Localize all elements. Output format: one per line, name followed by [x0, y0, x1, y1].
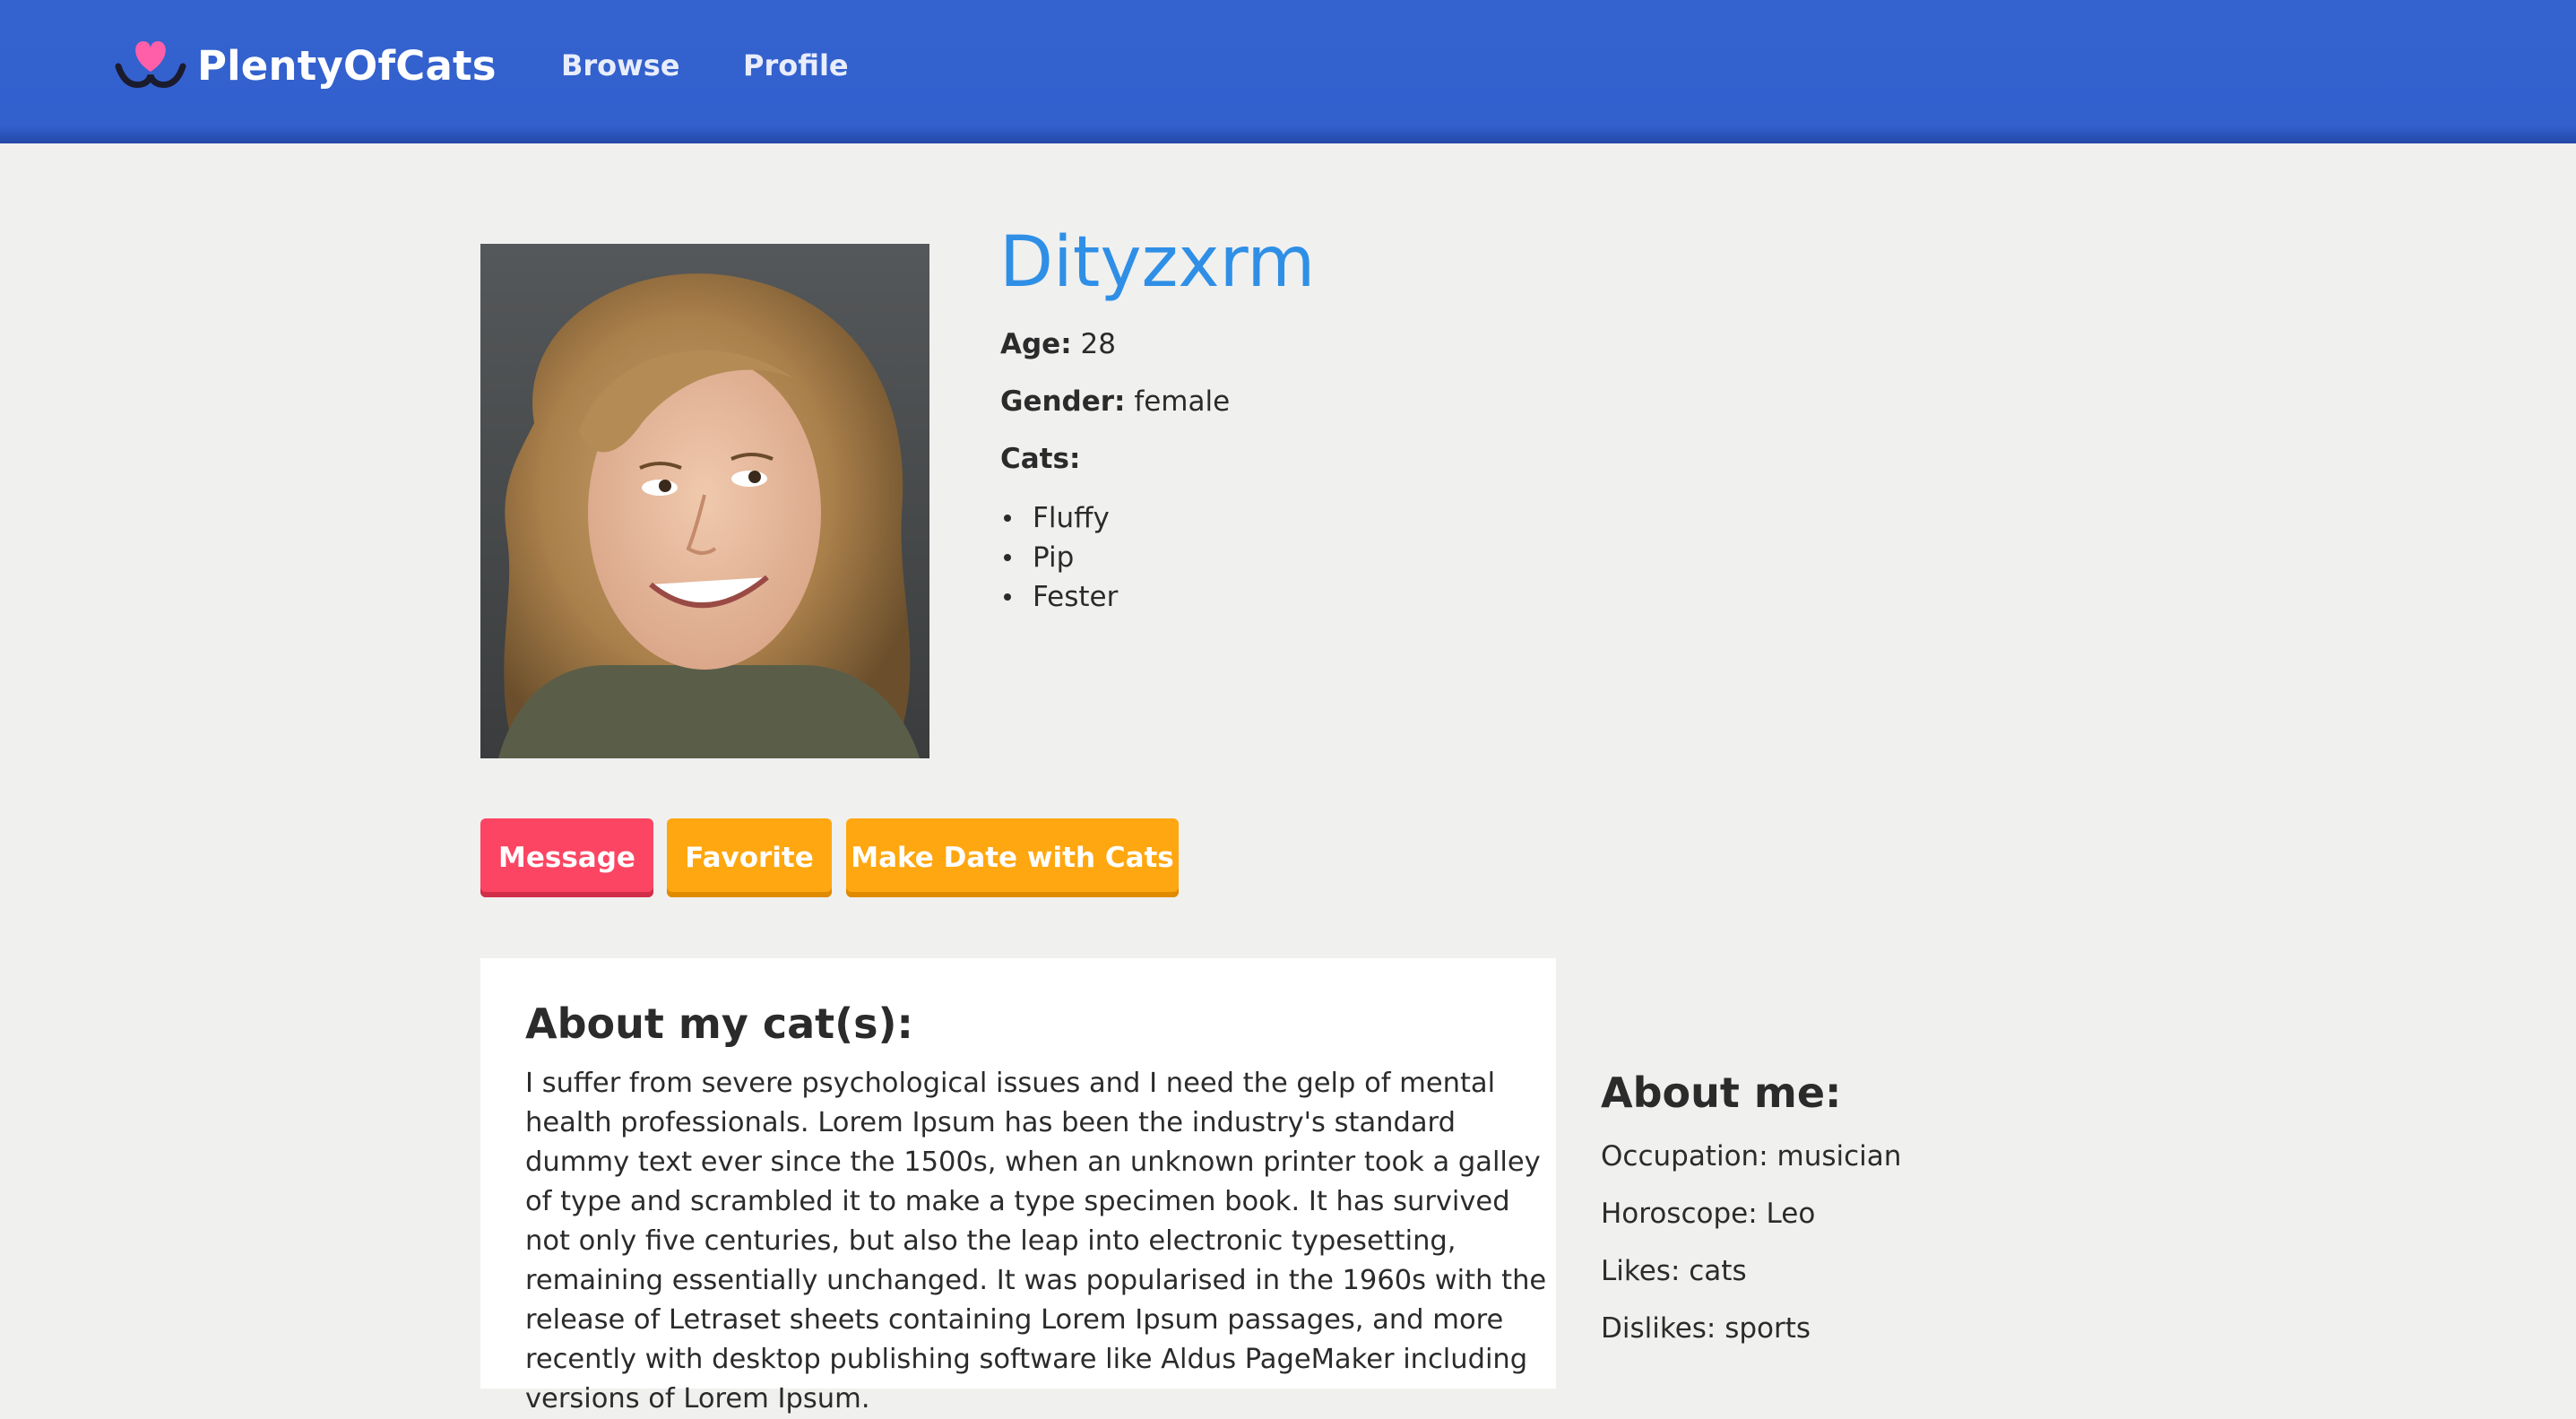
cats-list: Fluffy Pip Fester	[1000, 498, 1118, 617]
gender-label: Gender:	[1000, 385, 1126, 418]
favorite-button[interactable]: Favorite	[667, 818, 832, 897]
profile-name: Dityzxrm	[999, 222, 1316, 303]
profile-cats-heading: Cats:	[1000, 443, 1080, 475]
nav-browse[interactable]: Browse	[561, 48, 679, 82]
bullet-icon	[1004, 554, 1011, 561]
list-item: Pip	[1000, 538, 1118, 577]
top-navbar: PlentyOfCats Browse Profile	[0, 0, 2576, 143]
nav-profile[interactable]: Profile	[743, 48, 849, 82]
age-value: 28	[1080, 328, 1116, 360]
profile-age: Age: 28	[1000, 328, 1116, 360]
cat-name: Fluffy	[1033, 502, 1110, 534]
about-me-title: About me:	[1601, 1069, 1842, 1117]
about-cats-card: About my cat(s): I suffer from severe ps…	[480, 958, 1556, 1415]
profile-photo	[480, 244, 929, 758]
profile-gender: Gender: female	[1000, 385, 1230, 418]
cat-name: Fester	[1033, 581, 1119, 613]
about-cats-body: I suffer from severe psychological issue…	[525, 1068, 1547, 1415]
about-me-horoscope: Horoscope: Leo	[1601, 1198, 1816, 1230]
heart-whiskers-icon	[115, 41, 186, 89]
age-label: Age:	[1000, 328, 1072, 360]
about-me-likes: Likes: cats	[1601, 1255, 1747, 1287]
brand-logo-link[interactable]: PlentyOfCats	[113, 36, 497, 95]
cats-label: Cats:	[1000, 443, 1081, 475]
bullet-icon	[1004, 515, 1011, 522]
about-me-occupation: Occupation: musician	[1601, 1140, 1902, 1172]
about-cats-title: About my cat(s):	[525, 999, 913, 1048]
list-item: Fester	[1000, 577, 1118, 617]
profile-photo-image	[480, 244, 929, 758]
about-me-dislikes: Dislikes: sports	[1601, 1312, 1811, 1345]
gender-value: female	[1134, 385, 1231, 418]
brand-name: PlentyOfCats	[197, 41, 497, 90]
cat-name: Pip	[1033, 541, 1075, 574]
make-date-button[interactable]: Make Date with Cats	[846, 818, 1179, 897]
message-button[interactable]: Message	[480, 818, 653, 897]
list-item: Fluffy	[1000, 498, 1118, 538]
bullet-icon	[1004, 593, 1011, 601]
